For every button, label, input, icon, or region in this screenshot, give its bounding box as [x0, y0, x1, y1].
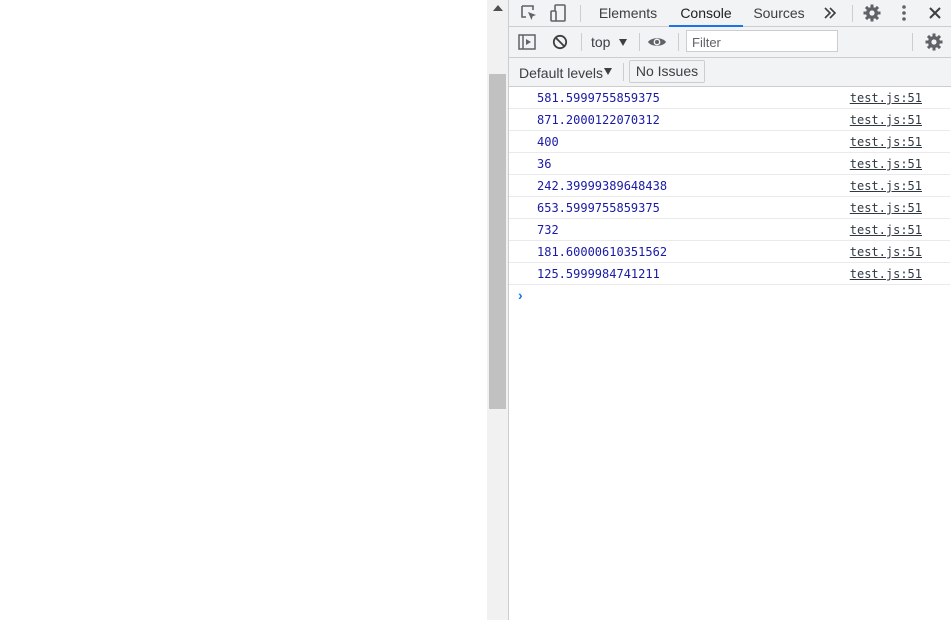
issues-button[interactable]: No Issues	[629, 60, 705, 83]
scroll-thumb[interactable]	[489, 74, 506, 409]
console-message-source-link[interactable]: test.js:51	[850, 223, 922, 237]
toolbar-separator	[678, 33, 679, 51]
console-output: 581.5999755859375 test.js:51 871.2000122…	[509, 87, 951, 307]
console-message-value: 871.2000122070312	[537, 113, 660, 127]
console-message-source-link[interactable]: test.js:51	[850, 267, 922, 281]
filter-input[interactable]	[692, 33, 832, 51]
console-message-value: 181.60000610351562	[537, 245, 668, 259]
console-message-row: 125.5999984741211 test.js:51	[509, 263, 950, 285]
tab-sources[interactable]: Sources	[749, 0, 809, 26]
console-settings-gear-icon[interactable]	[923, 31, 945, 53]
console-message-row: 36 test.js:51	[509, 153, 950, 175]
chevron-down-icon	[604, 68, 612, 75]
console-message-value: 653.5999755859375	[537, 201, 660, 215]
context-selector[interactable]: top	[591, 32, 610, 52]
console-message-row: 181.60000610351562 test.js:51	[509, 241, 950, 263]
console-message-value: 36	[537, 157, 552, 171]
console-message-source-link[interactable]: test.js:51	[850, 135, 922, 149]
filter-field[interactable]	[686, 30, 838, 52]
scroll-up-button[interactable]	[487, 0, 508, 17]
console-message-value: 732	[537, 223, 559, 237]
devtools-tabbar: Elements Console Sources	[509, 0, 951, 27]
tab-console-label: Console	[680, 5, 732, 21]
console-message-value: 242.39999389648438	[537, 179, 668, 193]
console-message-row: 871.2000122070312 test.js:51	[509, 109, 950, 131]
prompt-chevron-icon: ›	[518, 287, 523, 303]
scroll-up-arrow-icon	[493, 5, 503, 11]
console-message-source-link[interactable]: test.js:51	[850, 179, 922, 193]
console-message-source-link[interactable]: test.js:51	[850, 245, 922, 259]
tabbar-separator	[852, 5, 853, 22]
close-icon[interactable]	[924, 2, 946, 24]
tab-console[interactable]: Console	[669, 0, 743, 27]
page-viewport	[0, 0, 487, 620]
devtools-panel: Elements Console Sources top Filter Defa…	[508, 0, 951, 620]
gear-icon[interactable]	[861, 2, 883, 24]
console-message-source-link[interactable]: test.js:51	[850, 91, 922, 105]
toolbar-separator	[639, 33, 640, 51]
console-prompt[interactable]: ›	[509, 285, 950, 307]
toolbar-separator	[912, 33, 913, 51]
console-message-value: 581.5999755859375	[537, 91, 660, 105]
log-levels-dropdown[interactable]: Default levels	[519, 64, 603, 82]
chevron-down-icon	[619, 39, 627, 46]
sidebar-toggle-icon[interactable]	[517, 32, 537, 52]
eye-icon[interactable]	[646, 32, 668, 52]
console-message-row: 400 test.js:51	[509, 131, 950, 153]
log-levels-label: Default levels	[519, 65, 604, 81]
console-toolbar: top	[509, 27, 951, 58]
context-selector-label: top	[591, 34, 611, 50]
console-message-row: 581.5999755859375 test.js:51	[509, 87, 950, 109]
console-message-row: 732 test.js:51	[509, 219, 950, 241]
console-message-value: 125.5999984741211	[537, 267, 660, 281]
device-toolbar-icon[interactable]	[548, 3, 570, 23]
console-message-row: 242.39999389648438 test.js:51	[509, 175, 950, 197]
toolbar-separator	[623, 63, 624, 81]
inspect-element-icon[interactable]	[518, 3, 540, 23]
console-message-source-link[interactable]: test.js:51	[850, 113, 922, 127]
more-tabs-icon[interactable]	[820, 3, 840, 23]
console-message-source-link[interactable]: test.js:51	[850, 157, 922, 171]
tab-elements[interactable]: Elements	[593, 0, 663, 26]
console-message-row: 653.5999755859375 test.js:51	[509, 197, 950, 219]
tabbar-separator	[580, 5, 581, 22]
page-scrollbar[interactable]	[487, 0, 508, 620]
console-levels-toolbar: Default levels No Issues	[509, 58, 951, 87]
issues-button-label: No Issues	[635, 63, 699, 79]
kebab-menu-icon[interactable]	[893, 2, 915, 24]
toolbar-separator	[581, 33, 582, 51]
console-message-source-link[interactable]: test.js:51	[850, 201, 922, 215]
clear-console-icon[interactable]	[550, 32, 570, 52]
console-message-value: 400	[537, 135, 559, 149]
